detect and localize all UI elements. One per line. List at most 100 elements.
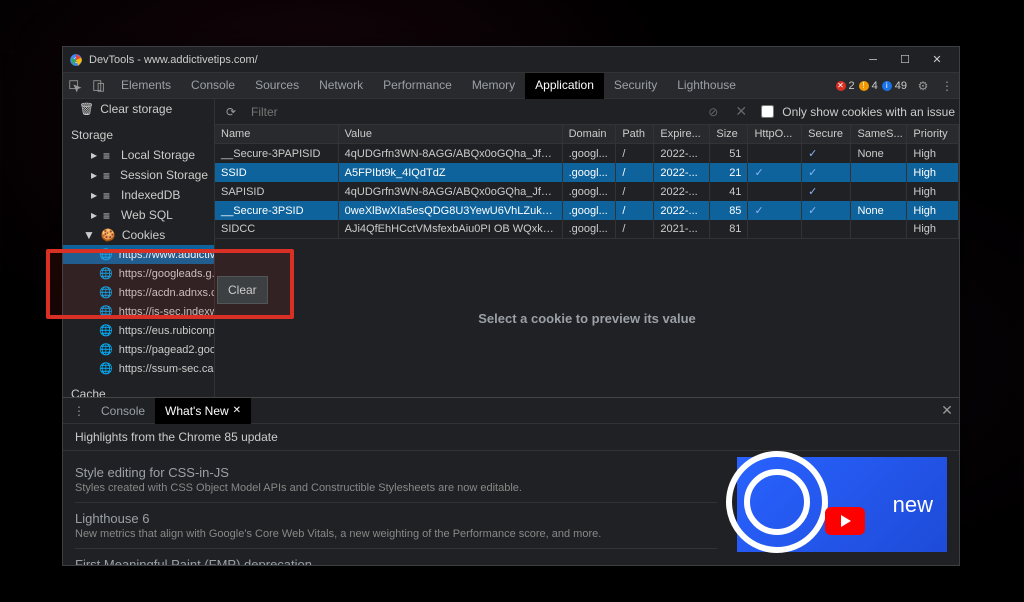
sidebar-item-web-sql[interactable]: ▸ ≡ Web SQL xyxy=(63,205,214,225)
cell-value: AJi4QfEhHCctVMsfexbAiu0PI OB WQxkNSaB ..… xyxy=(338,220,562,238)
cell-name: __Secure-3PAPISID xyxy=(215,144,338,164)
column-value[interactable]: Value xyxy=(338,125,562,144)
news-item[interactable]: Style editing for CSS-in-JS Styles create… xyxy=(75,457,717,503)
globe-icon: 🌐 xyxy=(99,362,113,375)
column-priority[interactable]: Priority xyxy=(907,125,959,144)
tab-memory[interactable]: Memory xyxy=(462,73,525,99)
drawer-close-icon[interactable]: ✕ xyxy=(935,399,959,423)
cell-expire: 2021-... xyxy=(654,220,710,238)
globe-icon: 🌐 xyxy=(99,267,113,280)
table-row[interactable]: SIDCCAJi4QfEhHCctVMsfexbAiu0PI OB WQxkNS… xyxy=(215,220,959,238)
cell-path: / xyxy=(616,163,654,182)
only-issues-checkbox[interactable] xyxy=(761,105,774,118)
cookie-origin[interactable]: 🌐 https://googleads.g.do xyxy=(63,264,214,283)
settings-icon[interactable]: ⚙ xyxy=(911,74,935,98)
cell-domain: .googl... xyxy=(562,163,616,182)
news-item[interactable]: Lighthouse 6New metrics that align with … xyxy=(75,503,717,549)
context-clear[interactable]: Clear xyxy=(218,280,267,300)
db-icon: ≡ xyxy=(103,169,114,181)
tab-elements[interactable]: Elements xyxy=(111,73,181,99)
cookie-origin[interactable]: 🌐 https://pagead2.googles xyxy=(63,340,214,359)
cell-name: __Secure-3PSID xyxy=(215,201,338,220)
db-icon: ≡ xyxy=(103,209,115,221)
drawer-tab-console[interactable]: Console xyxy=(91,398,155,424)
close-button[interactable]: ✕ xyxy=(921,48,953,72)
column-domain[interactable]: Domain xyxy=(562,125,616,144)
table-row[interactable]: SSIDA5FPIbt9k_4IQdTdZ.googl.../2022-...2… xyxy=(215,163,959,182)
cell-domain: .googl... xyxy=(562,201,616,220)
cell-size: 85 xyxy=(710,201,748,220)
cell-domain: .googl... xyxy=(562,220,616,238)
storage-section[interactable]: Storage xyxy=(63,125,214,145)
column-name[interactable]: Name xyxy=(215,125,338,144)
filter-input[interactable] xyxy=(247,103,697,121)
cookie-origin[interactable]: 🌐 https://ssum-sec.casalem xyxy=(63,359,214,378)
cell-size: 81 xyxy=(710,220,748,238)
cookie-origin[interactable]: 🌐 https://eus.rubiconproje xyxy=(63,321,214,340)
drawer-tab-what-s-new[interactable]: What's New✕ xyxy=(155,398,251,424)
column-secure[interactable]: Secure xyxy=(802,125,851,144)
tab-network[interactable]: Network xyxy=(309,73,373,99)
column-size[interactable]: Size xyxy=(710,125,748,144)
error-indicator[interactable]: ✕2 xyxy=(836,80,855,92)
cell-name: SAPISID xyxy=(215,182,338,201)
cell-size: 21 xyxy=(710,163,748,182)
inspect-icon[interactable] xyxy=(63,74,87,98)
cell-expire: 2022-... xyxy=(654,144,710,164)
cell-size: 51 xyxy=(710,144,748,164)
cell-path: / xyxy=(616,182,654,201)
maximize-button[interactable]: ☐ xyxy=(889,48,921,72)
news-title: First Meaningful Paint (FMP) deprecation xyxy=(75,557,717,565)
table-row[interactable]: SAPISID4qUDGrfn3WN-8AGG/ABQx0oGQha_JfR8D… xyxy=(215,182,959,201)
column-sames[interactable]: SameS... xyxy=(851,125,907,144)
minimize-button[interactable]: ─ xyxy=(857,48,889,72)
column-expire[interactable]: Expire... xyxy=(654,125,710,144)
sidebar-item-session-storage[interactable]: ▸ ≡ Session Storage xyxy=(63,165,214,185)
tab-performance[interactable]: Performance xyxy=(373,73,462,99)
cookie-table-wrap: NameValueDomainPathExpire...SizeHttpO...… xyxy=(215,125,959,238)
thumbnail-text: new xyxy=(893,492,933,518)
main-toolbar: ElementsConsoleSourcesNetworkPerformance… xyxy=(63,73,959,99)
column-httpo[interactable]: HttpO... xyxy=(748,125,802,144)
tab-application[interactable]: Application xyxy=(525,73,604,99)
device-icon[interactable] xyxy=(87,74,111,98)
cookies-node[interactable]: ▼ 🍪 Cookies xyxy=(63,225,214,245)
thumbnail-art xyxy=(717,451,857,557)
globe-icon: 🌐 xyxy=(99,286,113,299)
globe-icon: 🌐 xyxy=(99,305,113,318)
cache-section[interactable]: Cache xyxy=(63,384,214,397)
table-row[interactable]: __Secure-3PAPISID4qUDGrfn3WN-8AGG/ABQx0o… xyxy=(215,144,959,164)
cell-path: / xyxy=(616,201,654,220)
sidebar-item-local-storage[interactable]: ▸ ≡ Local Storage xyxy=(63,145,214,165)
drawer-more-icon[interactable]: ⋮ xyxy=(67,399,91,423)
info-indicator[interactable]: i49 xyxy=(882,80,907,92)
cookie-origin[interactable]: 🌐 https://www.addictivet xyxy=(63,245,214,264)
play-icon xyxy=(825,507,865,535)
drawer-tabbar: ⋮ ConsoleWhat's New✕ ✕ xyxy=(63,398,959,424)
cell-secure: ✓ xyxy=(802,144,851,164)
tab-lighthouse[interactable]: Lighthouse xyxy=(667,73,746,99)
cell-domain: .googl... xyxy=(562,144,616,164)
video-thumbnail[interactable]: new xyxy=(737,457,947,552)
column-path[interactable]: Path xyxy=(616,125,654,144)
clear-filter-icon[interactable]: ⊘ xyxy=(701,100,725,124)
warning-indicator[interactable]: !4 xyxy=(859,80,878,92)
more-icon[interactable]: ⋮ xyxy=(935,74,959,98)
table-row[interactable]: __Secure-3PSID0weXlBwXIa5esQDG8U3YewU6Vh… xyxy=(215,201,959,220)
db-icon: ≡ xyxy=(103,189,115,201)
clear-storage[interactable]: 🗑Clear storage xyxy=(63,99,214,119)
news-title: Style editing for CSS-in-JS xyxy=(75,465,717,480)
refresh-icon[interactable]: ⟳ xyxy=(219,100,243,124)
tab-console[interactable]: Console xyxy=(181,73,245,99)
tab-sources[interactable]: Sources xyxy=(245,73,309,99)
news-desc: Styles created with CSS Object Model API… xyxy=(75,482,717,494)
cell-name: SIDCC xyxy=(215,220,338,238)
news-item[interactable]: First Meaningful Paint (FMP) deprecation xyxy=(75,549,717,565)
tab-close-icon[interactable]: ✕ xyxy=(233,405,241,416)
cookie-origin[interactable]: 🌐 https://acdn.adnxs.com xyxy=(63,283,214,302)
sidebar-item-indexeddb[interactable]: ▸ ≡ IndexedDB xyxy=(63,185,214,205)
cell-same xyxy=(851,182,907,201)
cookie-origin[interactable]: 🌐 https://js-sec.indexww.c xyxy=(63,302,214,321)
delete-icon[interactable]: ✕ xyxy=(729,100,753,124)
tab-security[interactable]: Security xyxy=(604,73,667,99)
